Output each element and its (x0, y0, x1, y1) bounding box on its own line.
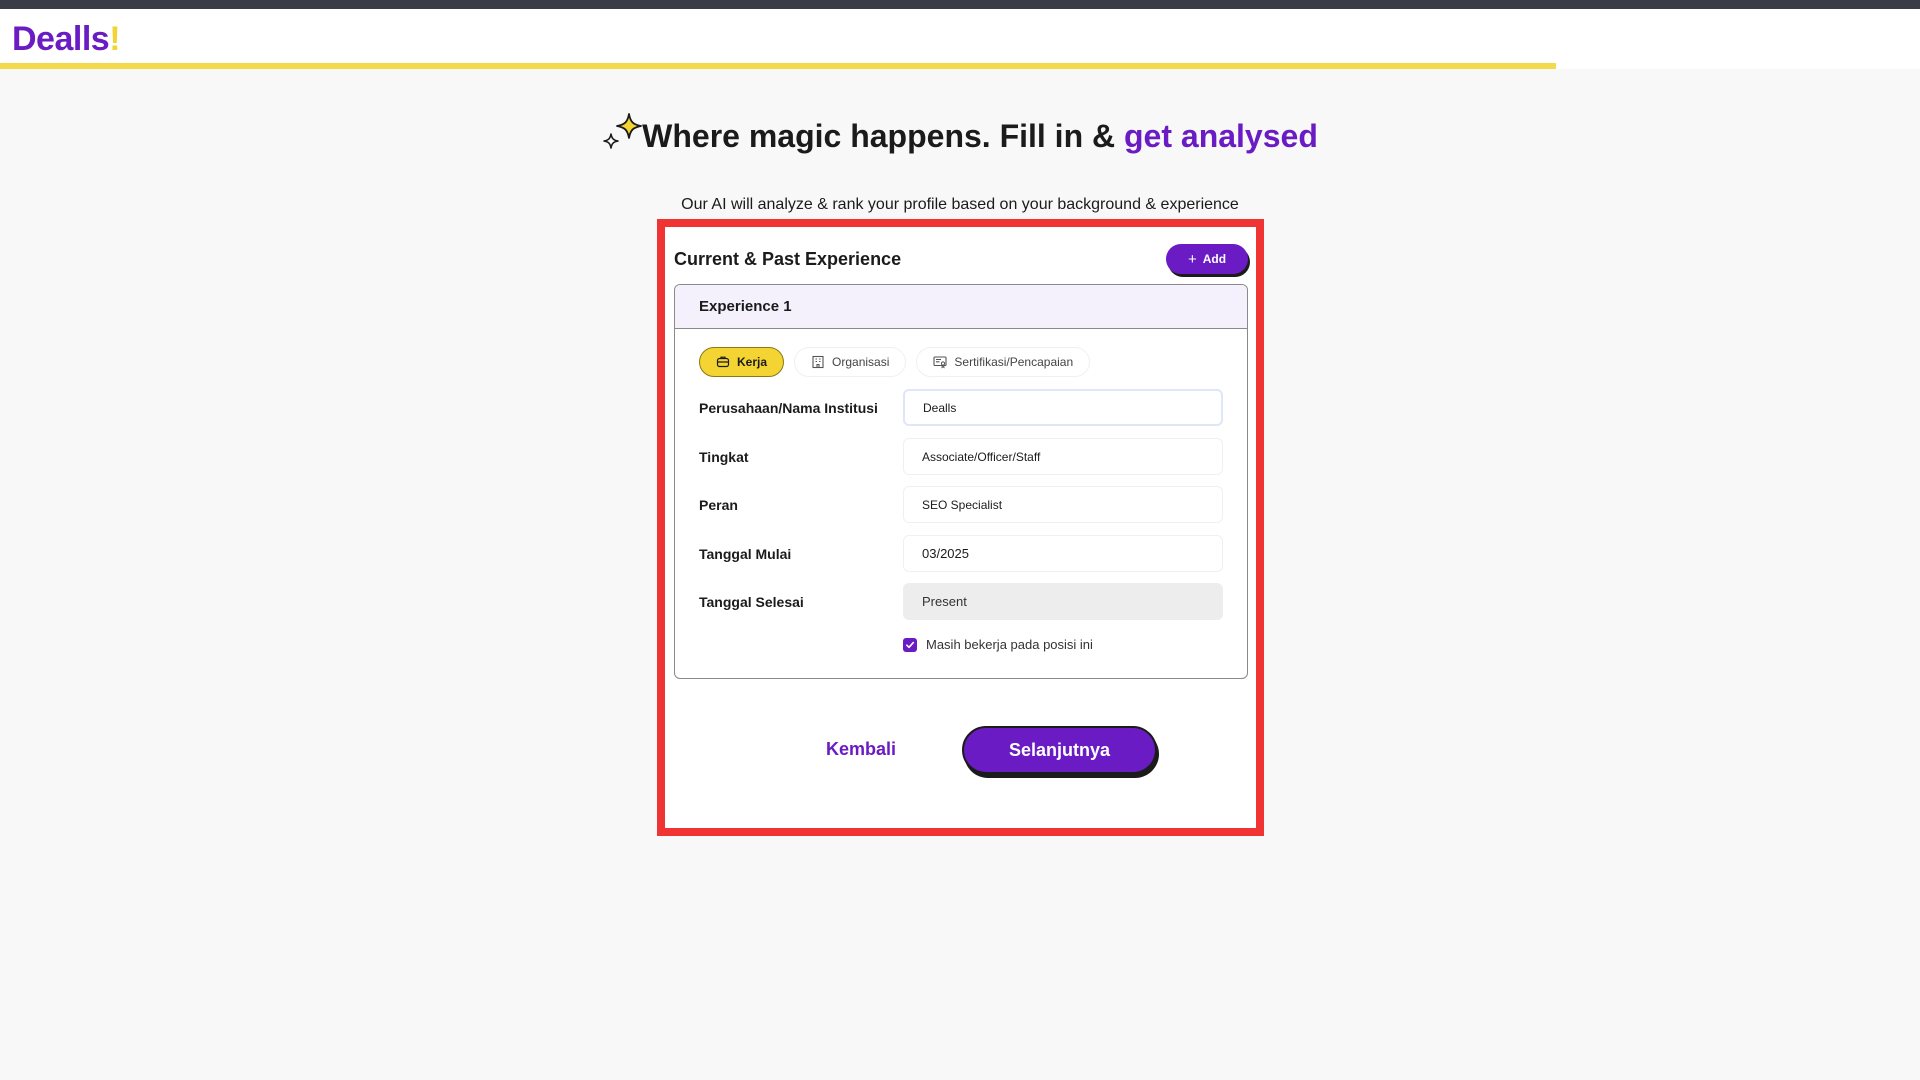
tab-sertifikasi[interactable]: Sertifikasi/Pencapaian (916, 347, 1091, 377)
field-label: Perusahaan/Nama Institusi (699, 400, 878, 416)
field-label: Peran (699, 497, 738, 513)
field-row-level: Tingkat (699, 438, 1225, 476)
field-row-start-date: Tanggal Mulai (699, 535, 1225, 573)
add-label: Add (1202, 252, 1227, 266)
tab-label: Sertifikasi/Pencapaian (954, 355, 1074, 369)
certificate-icon (933, 356, 947, 369)
field-row-end-date: Tanggal Selesai (699, 583, 1225, 621)
end-date-input[interactable] (903, 583, 1223, 620)
title-main: Where magic happens. Fill in & (642, 118, 1124, 154)
page-subtitle: Our AI will analyze & rank your profile … (681, 196, 1239, 213)
next-button[interactable]: Selanjutnya (962, 726, 1157, 774)
dealls-logo[interactable]: Dealls! (12, 20, 121, 59)
start-date-input[interactable] (903, 535, 1223, 572)
tab-kerja[interactable]: Kerja (699, 347, 785, 377)
top-strip (0, 0, 1920, 9)
experience-card: Experience 1 Kerja Organisasi Sertifikas… (674, 284, 1248, 679)
field-label: Tingkat (699, 449, 749, 465)
field-row-role: Peran (699, 486, 1225, 524)
field-row-company: Perusahaan/Nama Institusi (699, 389, 1225, 427)
still-working-row[interactable]: Masih bekerja pada posisi ini (903, 637, 1093, 652)
tab-label: Organisasi (832, 355, 890, 369)
building-icon (812, 355, 824, 369)
section-title: Current & Past Experience (674, 249, 902, 269)
hero: Where magic happens. Fill in & get analy… (0, 113, 1920, 213)
progress-bar (0, 63, 1556, 69)
still-working-checkbox[interactable] (903, 637, 917, 652)
title-accent: get analysed (1124, 118, 1318, 154)
logo-text: Dealls (12, 20, 110, 58)
field-label: Tanggal Selesai (699, 594, 804, 610)
page-title: Where magic happens. Fill in & get analy… (602, 113, 1318, 155)
still-working-label: Masih bekerja pada posisi ini (926, 637, 1093, 652)
tab-organisasi[interactable]: Organisasi (794, 347, 907, 377)
check-icon (906, 641, 915, 648)
experience-type-tabs: Kerja Organisasi Sertifikasi/Pencapaian (699, 347, 1091, 377)
field-label: Tanggal Mulai (699, 546, 792, 562)
briefcase-icon (716, 356, 730, 368)
plus-icon: + (1187, 250, 1197, 268)
experience-title: Experience 1 (699, 298, 792, 315)
app-header: Dealls! (0, 9, 1920, 69)
experience-card-header[interactable]: Experience 1 (675, 285, 1247, 329)
experience-section-header: Current & Past Experience + Add (674, 244, 1248, 278)
back-button[interactable]: Kembali (826, 739, 896, 760)
sparkle-icon (603, 113, 643, 149)
level-input[interactable] (903, 438, 1223, 475)
tab-label: Kerja (737, 355, 768, 369)
company-input[interactable] (903, 389, 1223, 426)
logo-mark: ! (109, 20, 121, 58)
add-experience-button[interactable]: + Add (1166, 244, 1248, 274)
role-input[interactable] (903, 486, 1223, 523)
